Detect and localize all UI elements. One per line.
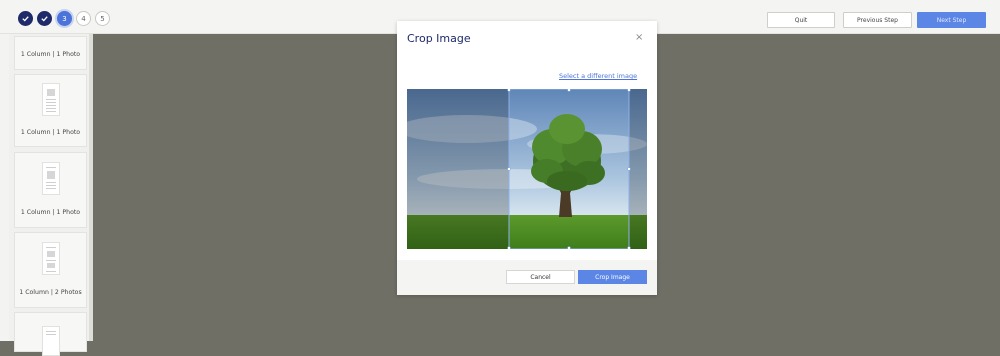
step-5[interactable]: 5 bbox=[95, 11, 110, 26]
step-2-complete[interactable] bbox=[37, 11, 52, 26]
crop-canvas[interactable] bbox=[407, 89, 647, 249]
layout-card[interactable]: 1 Column | 1 Photo bbox=[14, 74, 87, 147]
select-different-image-link[interactable]: Select a different image bbox=[559, 72, 637, 80]
step-3-current[interactable]: 3 bbox=[57, 11, 72, 26]
layout-card-label: 1 Column | 1 Photo bbox=[20, 209, 81, 216]
previous-step-button[interactable]: Previous Step bbox=[843, 12, 912, 28]
layout-thumbnail bbox=[42, 162, 60, 195]
crop-image-modal: Crop Image × Select a different image Ca… bbox=[397, 21, 657, 295]
layout-card[interactable] bbox=[14, 312, 87, 356]
layout-card-label: 1 Column | 2 Photos bbox=[19, 289, 82, 296]
quit-button[interactable]: Quit bbox=[767, 12, 835, 28]
step-4[interactable]: 4 bbox=[76, 11, 91, 26]
check-icon bbox=[41, 16, 48, 22]
check-icon bbox=[22, 16, 29, 22]
layout-thumbnail bbox=[42, 242, 60, 275]
layout-card[interactable]: 1 Column | 1 Photo bbox=[14, 36, 87, 70]
crop-image-button[interactable]: Crop Image bbox=[578, 270, 647, 284]
close-icon[interactable]: × bbox=[635, 32, 643, 43]
layout-card-label: 1 Column | 1 Photo bbox=[20, 129, 81, 136]
layout-card[interactable]: 1 Column | 1 Photo bbox=[14, 152, 87, 228]
layout-thumbnail bbox=[42, 326, 60, 356]
cancel-button[interactable]: Cancel bbox=[506, 270, 575, 284]
modal-title: Crop Image bbox=[407, 32, 471, 45]
layout-thumbnail bbox=[42, 83, 60, 116]
layout-card-label: 1 Column | 1 Photo bbox=[20, 51, 81, 58]
tree-photo bbox=[407, 89, 647, 249]
layout-card[interactable]: 1 Column | 2 Photos bbox=[14, 232, 87, 308]
next-step-button[interactable]: Next Step bbox=[917, 12, 986, 28]
step-1-complete[interactable] bbox=[18, 11, 33, 26]
